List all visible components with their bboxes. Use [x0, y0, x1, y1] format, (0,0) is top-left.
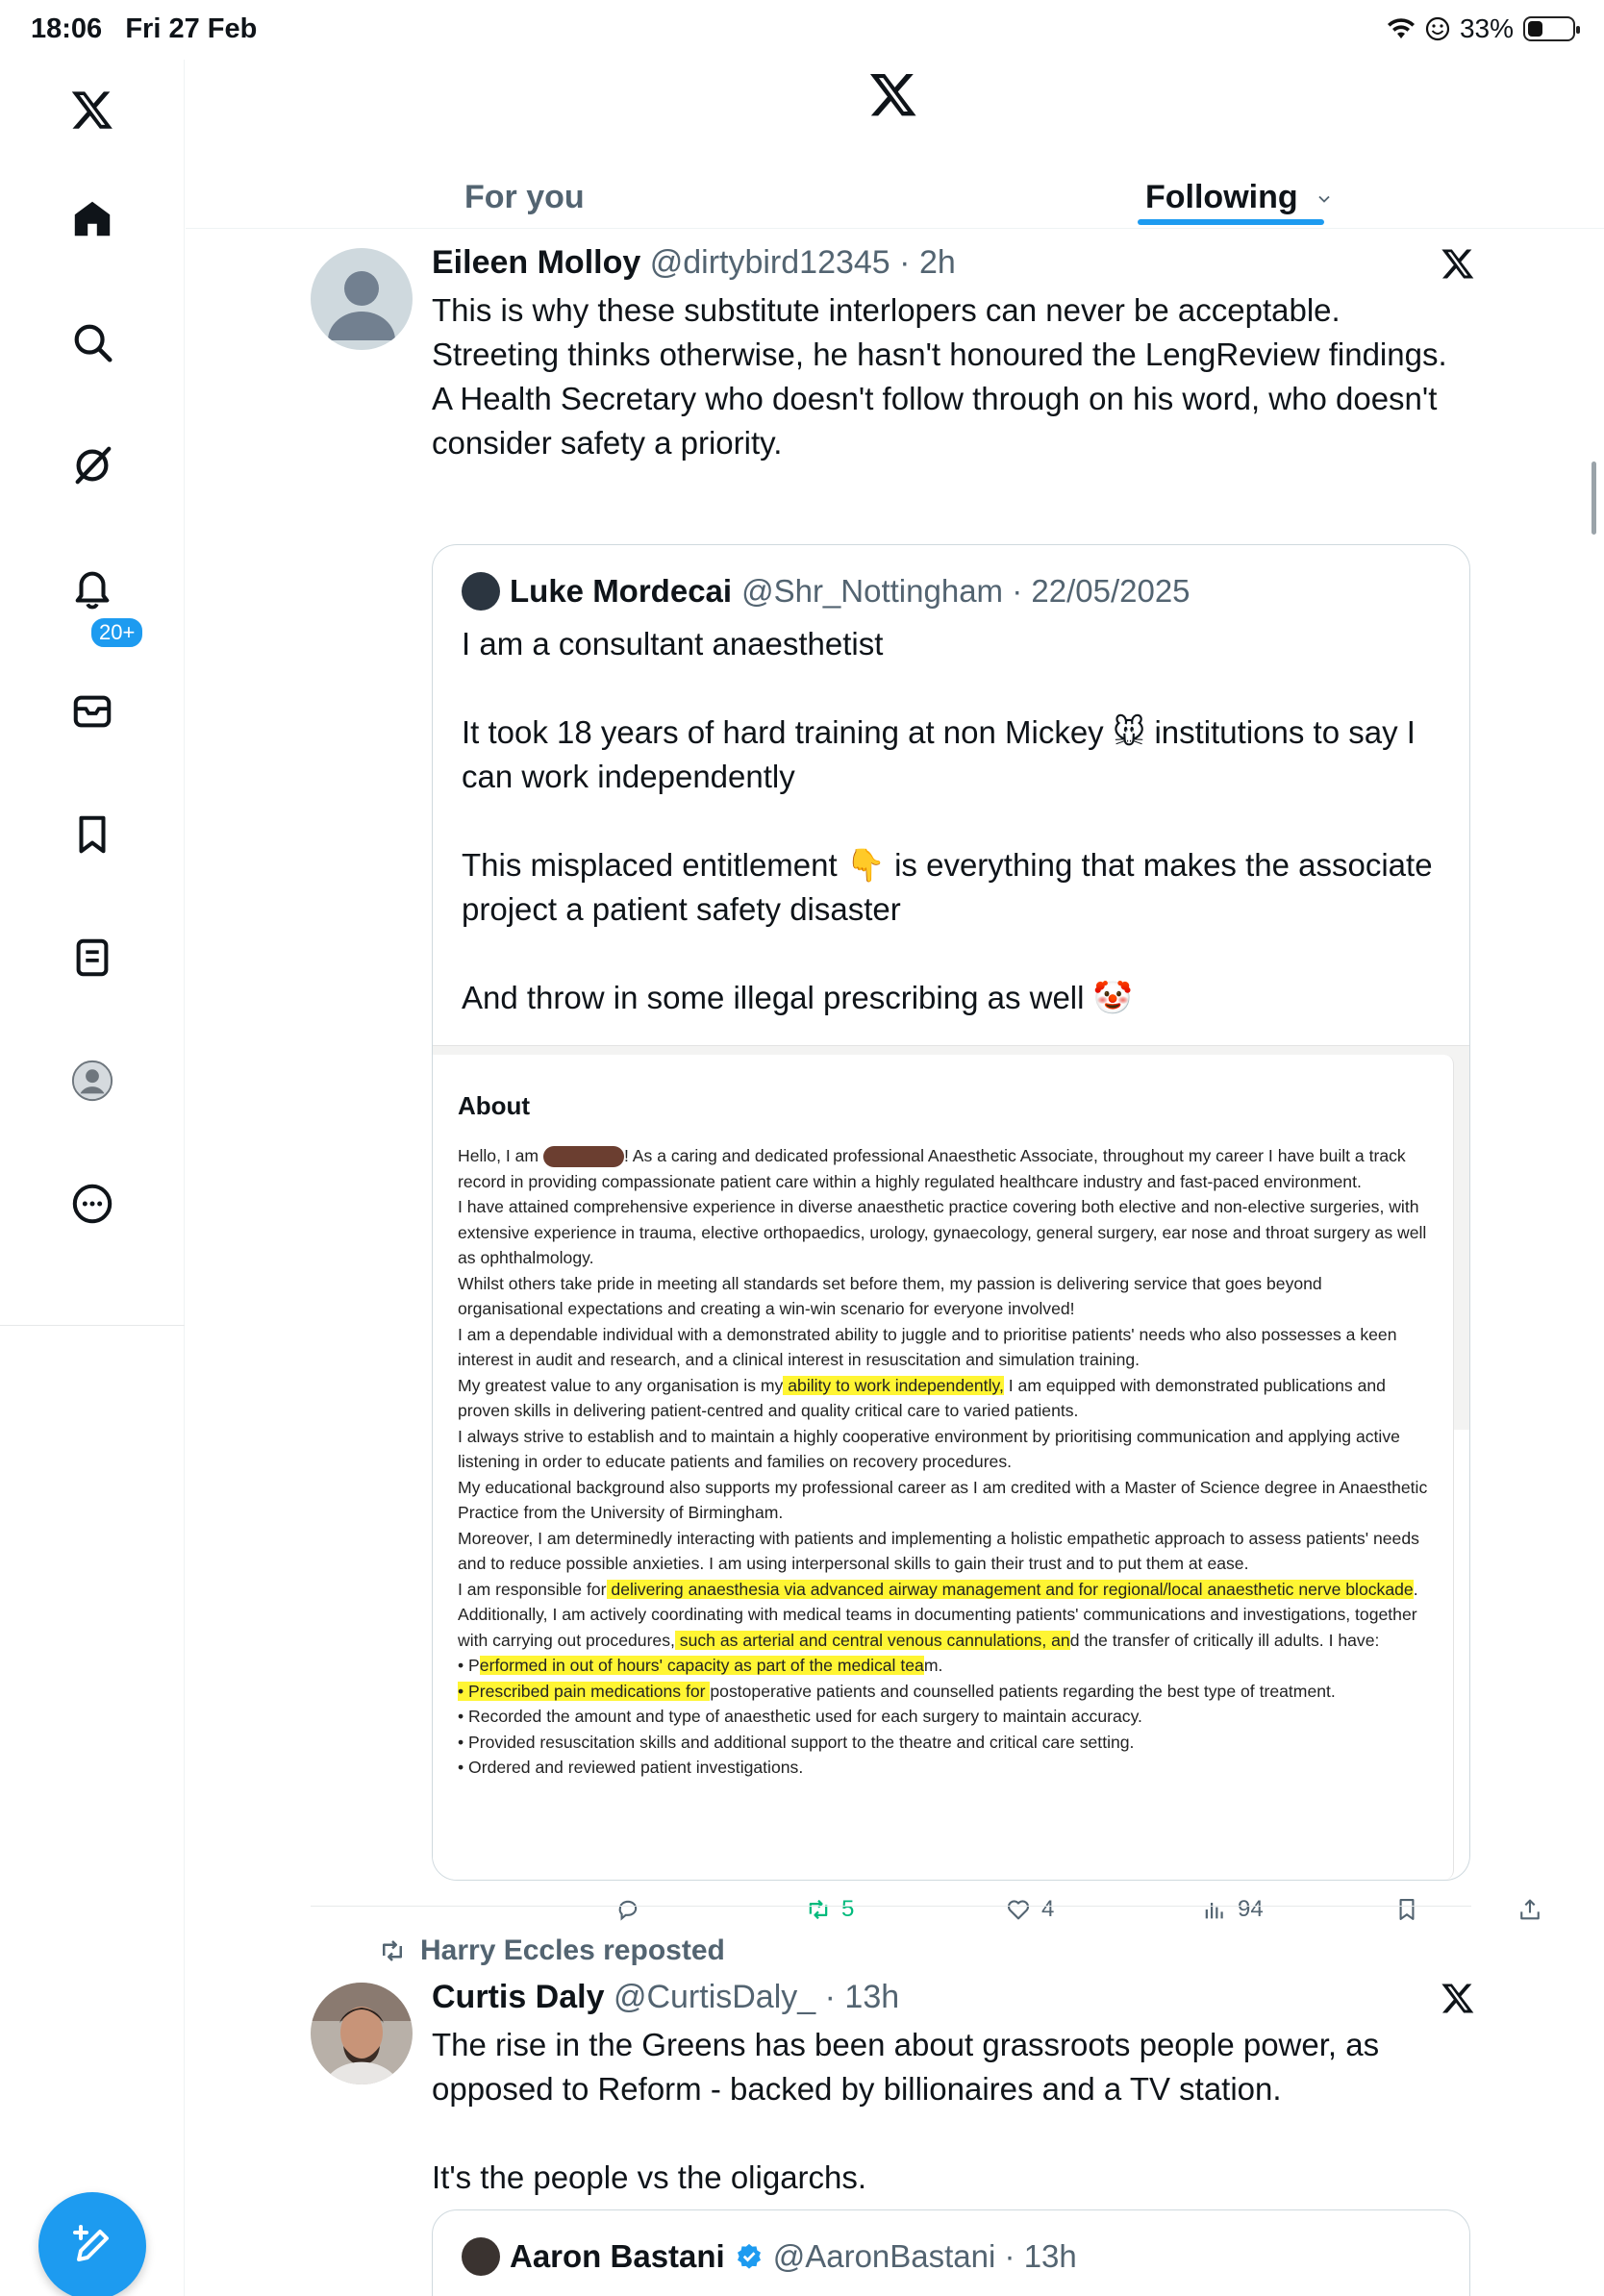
tweet-line: It's the people vs the oligarchs.: [432, 2159, 867, 2195]
quote-header: Luke Mordecai @Shr_Nottingham · 22/05/20…: [462, 572, 1190, 611]
quote-author-name: Luke Mordecai: [510, 573, 733, 609]
tweet-time[interactable]: 2h: [919, 244, 956, 281]
tweet-divider: [311, 1906, 1471, 1907]
notifications-icon[interactable]: [63, 560, 121, 617]
quote-line: And throw in some illegal prescribing as…: [462, 980, 1133, 1015]
highlight: ability to work independently,: [783, 1375, 1004, 1395]
tab-for-you[interactable]: For you: [464, 179, 585, 216]
tweet-text: This is why these substitute interlopers…: [432, 292, 1447, 461]
quote-text: I am a consultant anaesthetist It took 1…: [462, 622, 1452, 1020]
quote-line: [462, 932, 1452, 976]
grok-x-icon[interactable]: [1441, 1981, 1475, 2020]
view-count: 94: [1238, 1896, 1264, 1922]
quoted-tweet[interactable]: Luke Mordecai @Shr_Nottingham · 22/05/20…: [432, 544, 1470, 1881]
tab-following-label: Following: [1145, 179, 1298, 215]
quote-line: [462, 666, 1452, 711]
views-icon: [1205, 1903, 1223, 1919]
avatar[interactable]: [311, 248, 413, 350]
quote-time: 13h: [1023, 2238, 1077, 2274]
x-logo-icon[interactable]: [63, 81, 121, 138]
image-about-title: About: [458, 1091, 531, 1120]
repost-button[interactable]: 5: [805, 1896, 854, 1923]
focus-smiley-icon: [1425, 16, 1450, 41]
quote-avatar: [462, 572, 500, 611]
tweet-line: [432, 2111, 1451, 2156]
quote-header: Aaron Bastani @AaronBastani · 13h: [462, 2237, 1077, 2276]
chevron-down-icon[interactable]: [1315, 189, 1334, 209]
quote-author-handle: @AaronBastani: [772, 2238, 996, 2274]
more-icon[interactable]: [63, 1175, 121, 1233]
reposted-by[interactable]: Harry Eccles reposted: [420, 1934, 725, 1967]
author-handle[interactable]: @CurtisDaly_: [614, 1979, 815, 2015]
heart-icon: [1007, 1900, 1030, 1920]
verified-badge-icon: [737, 2243, 761, 2269]
bookmark-icon: [1399, 1899, 1415, 1920]
repost-icon: [809, 1899, 828, 1920]
bookmarks-icon[interactable]: [63, 806, 121, 863]
share-icon: [1520, 1899, 1540, 1920]
views-button[interactable]: 94: [1201, 1896, 1264, 1923]
x-header-logo-icon[interactable]: [868, 69, 918, 124]
quote-line: [462, 799, 1452, 843]
reply-button[interactable]: [614, 1896, 651, 1923]
grok-icon[interactable]: [63, 437, 121, 494]
quote-line: I am a consultant anaesthetist: [462, 626, 884, 661]
bookmark-button[interactable]: [1393, 1896, 1420, 1923]
quote-author-name: Aaron Bastani: [510, 2238, 725, 2274]
messages-icon[interactable]: [63, 683, 121, 740]
grok-x-icon[interactable]: [1441, 246, 1475, 286]
quoted-tweet[interactable]: Aaron Bastani @AaronBastani · 13h: [432, 2209, 1470, 2296]
author-name[interactable]: Curtis Daly: [432, 1979, 605, 2015]
quote-date: 22/05/2025: [1031, 573, 1190, 609]
like-count: 4: [1041, 1896, 1055, 1922]
home-icon[interactable]: [63, 190, 121, 248]
highlight: erformed in out of hours' capacity as pa…: [479, 1656, 924, 1675]
scrollbar-thumb[interactable]: [1591, 462, 1596, 535]
author-handle[interactable]: @dirtybird12345: [650, 244, 890, 281]
tab-following[interactable]: Following: [1145, 179, 1334, 216]
battery-percent: 33%: [1459, 13, 1514, 43]
quote-avatar: [462, 2237, 500, 2276]
main-timeline: For you Following Eileen Molloy @dirtybi…: [186, 60, 1604, 2296]
timeline-tabs: For you Following: [186, 156, 1604, 229]
reply-icon: [618, 1900, 638, 1921]
quote-author-handle: @Shr_Nottingham: [741, 573, 1004, 609]
compose-button[interactable]: [38, 2192, 146, 2296]
redaction-mark: [542, 1146, 624, 1168]
tab-following-indicator: [1138, 219, 1324, 225]
sidebar: 20+: [0, 60, 185, 2296]
sidebar-divider: [0, 1325, 185, 1326]
repost-context: Harry Eccles reposted: [378, 1934, 725, 1967]
lists-icon[interactable]: [63, 929, 121, 986]
highlight: such as arterial and central venous cann…: [674, 1630, 1070, 1650]
search-icon[interactable]: [63, 313, 121, 371]
quote-image[interactable]: About Hello, I am ! As a caring and dedi…: [433, 1055, 1454, 1880]
wifi-icon: [1387, 18, 1415, 38]
status-time: 18:06 Fri 27 Feb: [31, 13, 258, 44]
tweet-header: Eileen Molloy @dirtybird12345 · 2h: [432, 244, 956, 281]
like-button[interactable]: 4: [1005, 1896, 1054, 1923]
avatar[interactable]: [311, 1983, 413, 2084]
highlight: delivering anaesthesia via advanced airw…: [606, 1579, 1414, 1599]
image-about-text: Hello, I am ! As a caring and dedicated …: [458, 1146, 1428, 1777]
share-button[interactable]: [1516, 1896, 1543, 1923]
tweet-text: The rise in the Greens has been about gr…: [432, 2023, 1451, 2200]
notification-badge: 20+: [88, 615, 146, 650]
status-bar: 18:06 Fri 27 Feb 33%: [0, 0, 1604, 60]
author-name[interactable]: Eileen Molloy: [432, 244, 640, 281]
repost-small-icon: [383, 1940, 402, 1961]
highlight: • Prescribed pain medications for: [458, 1681, 711, 1701]
profile-avatar-icon[interactable]: [63, 1052, 121, 1110]
status-right: 33%: [1387, 13, 1580, 44]
compose-icon: [73, 2225, 109, 2261]
tweet-time[interactable]: 13h: [844, 1979, 899, 2015]
repost-count: 5: [841, 1896, 855, 1922]
tweet-header: Curtis Daly @CurtisDaly_ · 13h: [432, 1979, 900, 2015]
tweet-line: The rise in the Greens has been about gr…: [432, 2027, 1380, 2107]
quote-line: It took 18 years of hard training at non…: [462, 714, 1416, 794]
battery-icon: [1523, 16, 1580, 41]
quote-line: This misplaced entitlement 👇 is everythi…: [462, 847, 1433, 927]
